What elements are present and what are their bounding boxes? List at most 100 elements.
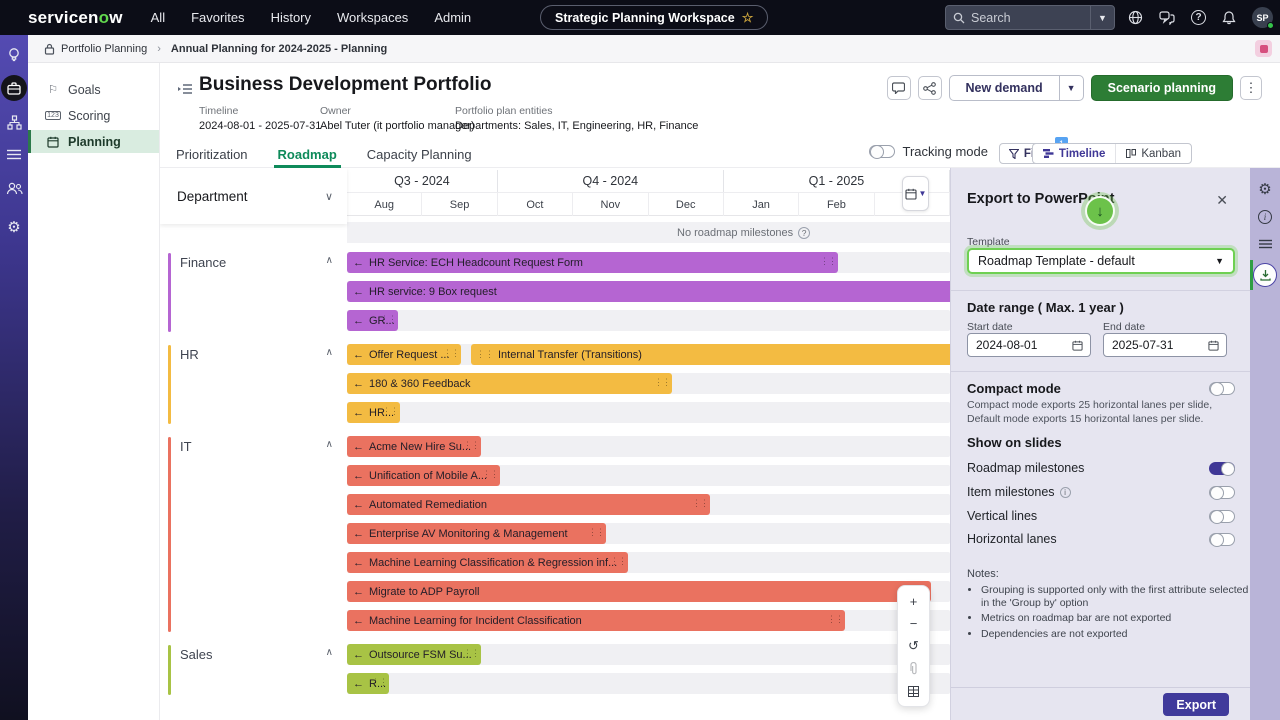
scenario-planning-button[interactable]: Scenario planning xyxy=(1090,75,1233,101)
group-by-dropdown[interactable]: Department ∨ xyxy=(160,168,347,224)
roadmap-bar[interactable]: ← Offer Request ... ⋮⋮ xyxy=(347,344,461,365)
roadmap-bar[interactable]: ← R... ⋮⋮ xyxy=(347,673,389,694)
comment-button[interactable] xyxy=(886,76,911,100)
tracking-mode-toggle[interactable] xyxy=(868,144,895,159)
drag-handle-icon[interactable]: ⋮⋮ xyxy=(463,440,480,451)
notifications-bell-icon[interactable] xyxy=(1222,10,1236,25)
view-kanban-option[interactable]: Kanban xyxy=(1115,144,1191,163)
close-icon[interactable]: ✕ xyxy=(1216,192,1228,209)
roadmap-bar[interactable]: ← Unification of Mobile A... ⋮⋮ xyxy=(347,465,500,486)
collapse-group-chevron-icon[interactable]: ∧ xyxy=(326,347,333,358)
roadmap-bar[interactable]: ← Machine Learning for Incident Classific… xyxy=(347,610,845,631)
search-scope-caret[interactable]: ▼ xyxy=(1090,6,1114,29)
sidebar-item-planning[interactable]: Planning xyxy=(28,130,159,153)
template-select[interactable]: Roadmap Template - default ▼ xyxy=(967,248,1235,274)
roadmap-milestones-toggle[interactable] xyxy=(1209,461,1235,476)
roadmap-bar[interactable]: ← HR service: 9 Box request xyxy=(347,281,950,302)
drag-handle-icon[interactable]: ⋮⋮ xyxy=(382,406,399,417)
settings-gear-icon[interactable]: ⚙ xyxy=(0,218,28,236)
people-icon[interactable] xyxy=(0,182,28,195)
list-icon[interactable] xyxy=(0,149,28,160)
portfolio-briefcase-icon-active[interactable] xyxy=(1,75,27,101)
start-date-input[interactable]: 2024-08-01 xyxy=(967,333,1091,357)
breadcrumb-item-portfolio-planning[interactable]: Portfolio Planning xyxy=(61,43,147,55)
breadcrumb-item-current[interactable]: Annual Planning for 2024-2025 - Planning xyxy=(171,43,387,55)
compact-mode-toggle[interactable] xyxy=(1209,381,1235,396)
drag-handle-icon[interactable]: ⋮⋮ xyxy=(827,614,844,625)
help-circle-icon[interactable]: ? xyxy=(798,226,811,239)
reset-zoom-icon[interactable]: ↺ xyxy=(908,638,919,654)
collapse-group-chevron-icon[interactable]: ∧ xyxy=(326,439,333,450)
roadmap-bar[interactable]: ← HR Service: ECH Headcount Request Form ⋮… xyxy=(347,252,838,273)
drag-handle-icon[interactable]: ⋮⋮ xyxy=(610,556,627,567)
drag-handle-icon[interactable]: ⋮⋮ xyxy=(482,469,499,480)
globe-icon[interactable] xyxy=(1128,10,1143,25)
settings-gear-icon[interactable]: ⚙ xyxy=(1250,180,1280,198)
nav-all[interactable]: All xyxy=(151,10,165,25)
info-circle-icon[interactable]: i xyxy=(1059,486,1071,498)
tab-prioritization[interactable]: Prioritization xyxy=(176,140,248,168)
roadmap-bar[interactable]: ← Enterprise AV Monitoring & Management ⋮⋮ xyxy=(347,523,606,544)
roadmap-bar[interactable]: ← GR... ⋮⋮ xyxy=(347,310,398,331)
nav-workspaces[interactable]: Workspaces xyxy=(337,10,408,25)
roadmap-bar[interactable]: ← 180 & 360 Feedback ⋮⋮ xyxy=(347,373,672,394)
chat-icon[interactable] xyxy=(1159,10,1175,25)
user-avatar[interactable]: SP xyxy=(1252,7,1274,29)
collapse-group-chevron-icon[interactable]: ∧ xyxy=(326,647,333,658)
collapse-list-icon[interactable] xyxy=(177,83,192,95)
nav-admin[interactable]: Admin xyxy=(434,10,471,25)
help-icon[interactable]: ? xyxy=(1191,10,1206,25)
info-icon[interactable]: i xyxy=(1250,210,1280,224)
calendar-icon[interactable] xyxy=(1072,340,1083,351)
favorite-star-icon[interactable]: ☆ xyxy=(742,10,754,26)
more-actions-kebab-icon[interactable]: ⋮ xyxy=(1240,76,1262,100)
roadmap-bar[interactable]: ← Machine Learning Classification & Regre… xyxy=(347,552,628,573)
zoom-in-icon[interactable]: + xyxy=(910,593,918,609)
activity-list-icon[interactable] xyxy=(1250,239,1280,249)
export-download-icon-active[interactable] xyxy=(1253,263,1277,287)
servicenow-logo[interactable]: servicenow xyxy=(28,8,123,28)
tab-roadmap[interactable]: Roadmap xyxy=(273,140,342,168)
new-demand-button[interactable]: New demand ▼ xyxy=(948,75,1084,101)
collapse-group-chevron-icon[interactable]: ∧ xyxy=(326,255,333,266)
nav-favorites[interactable]: Favorites xyxy=(191,10,244,25)
roadmap-bar[interactable]: ← Automated Remediation ⋮⋮ xyxy=(347,494,710,515)
export-button[interactable]: Export xyxy=(1163,693,1229,716)
roadmap-bar[interactable]: ⋮⋮ Internal Transfer (Transitions) xyxy=(471,344,950,365)
horizontal-lanes-toggle[interactable] xyxy=(1209,532,1235,547)
roadmap-bar[interactable]: ← Acme New Hire Su... ⋮⋮ xyxy=(347,436,481,457)
group-color-ribbon xyxy=(168,645,171,695)
sidebar-item-scoring[interactable]: 123 Scoring xyxy=(28,104,159,127)
nav-history[interactable]: History xyxy=(271,10,311,25)
share-button[interactable] xyxy=(917,76,942,100)
sidebar-item-goals[interactable]: ⚐ Goals xyxy=(28,78,159,101)
end-date-input[interactable]: 2025-07-31 xyxy=(1103,333,1227,357)
item-milestones-toggle[interactable] xyxy=(1209,485,1235,500)
view-timeline-option[interactable]: Timeline xyxy=(1033,144,1115,163)
global-search[interactable]: Search ▼ xyxy=(945,5,1115,30)
roadmap-bar[interactable]: ← Migrate to ADP Payroll xyxy=(347,581,931,602)
drag-handle-icon[interactable]: ⋮⋮ xyxy=(692,498,709,509)
drag-handle-icon[interactable]: ⋮⋮ xyxy=(588,527,605,538)
drag-handle-icon[interactable]: ⋮⋮ xyxy=(820,256,837,267)
calendar-icon[interactable] xyxy=(1208,340,1219,351)
drag-handle-icon[interactable]: ⋮⋮ xyxy=(443,348,460,359)
ideas-lightbulb-icon[interactable] xyxy=(0,47,28,63)
drag-handle-icon[interactable]: ⋮⋮ xyxy=(380,314,397,325)
drag-handle-icon[interactable]: ⋮⋮ xyxy=(654,377,671,388)
new-demand-caret[interactable]: ▼ xyxy=(1058,76,1083,100)
zoom-out-icon[interactable]: − xyxy=(910,616,918,632)
hierarchy-icon[interactable] xyxy=(0,115,28,130)
roadmap-bar[interactable]: ← Outsource FSM Su... ⋮⋮ xyxy=(347,644,481,665)
drag-handle-icon[interactable]: ⋮⋮ xyxy=(371,677,388,688)
tab-capacity-planning[interactable]: Capacity Planning xyxy=(367,140,472,168)
workspace-pill[interactable]: Strategic Planning Workspace ☆ xyxy=(540,5,769,30)
drag-handle-icon[interactable]: ⋮⋮ xyxy=(463,648,480,659)
app-shortcut-icon[interactable] xyxy=(1255,40,1272,57)
legend-grid-icon[interactable] xyxy=(908,683,919,699)
drag-handle-icon[interactable]: ⋮⋮ xyxy=(476,349,494,360)
vertical-lines-toggle[interactable] xyxy=(1209,509,1235,524)
timescale-calendar-button[interactable]: ▼ xyxy=(902,176,929,211)
dependency-link-icon[interactable] xyxy=(909,661,919,677)
roadmap-bar[interactable]: ← HR... ⋮⋮ xyxy=(347,402,400,423)
